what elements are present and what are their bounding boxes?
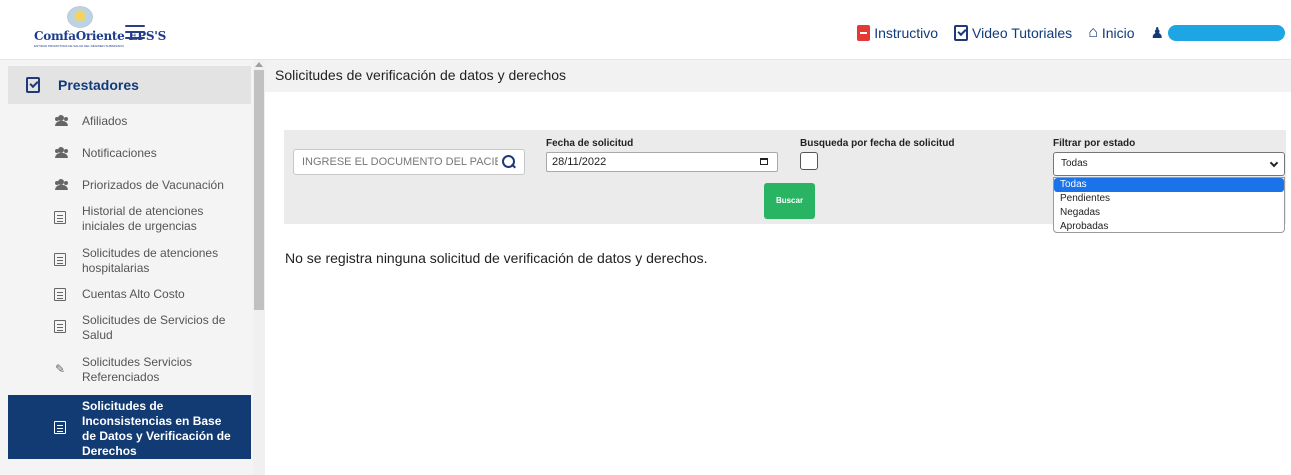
sidebar-header-label: Prestadores (58, 77, 139, 93)
document-icon (54, 211, 66, 224)
top-bar: ComfaOriente EPS'S ENTIDAD PROMOTORA DE … (0, 0, 1291, 60)
top-nav: Instructivo Video Tutoriales ⌂ Inicio ♟ (857, 22, 1285, 44)
sidebar-item-cuentas-alto-costo[interactable]: Cuentas Alto Costo (8, 287, 251, 309)
instructivo-label: Instructivo (874, 25, 939, 41)
document-icon (54, 421, 66, 434)
home-icon: ⌂ (1088, 24, 1098, 41)
video-tutoriales-label: Video Tutoriales (972, 25, 1073, 41)
sidebar-item-label: Historial de atenciones iniciales de urg… (82, 204, 204, 233)
buscar-button[interactable]: Buscar (764, 183, 815, 219)
sidebar-item-label: Solicitudes de Servicios de Salud (82, 313, 226, 342)
sidebar-item-notificaciones[interactable]: Notificaciones (8, 146, 251, 168)
filter-panel: Fecha de solicitud 28/11/2022 Busqueda p… (284, 130, 1286, 233)
status-filter-select[interactable]: Todas (1053, 152, 1285, 176)
edit-document-icon: ✎ (54, 362, 66, 376)
sidebar-item-historial-urgencias[interactable]: Historial de atenciones iniciales de urg… (8, 204, 251, 236)
status-option-aprobadas[interactable]: Aprobadas (1054, 220, 1284, 234)
date-input[interactable]: 28/11/2022 (546, 152, 778, 172)
sidebar-item-label: Solicitudes de Inconsistencias en Base d… (82, 399, 231, 458)
status-option-negadas[interactable]: Negadas (1054, 206, 1284, 220)
sidebar-item-label: Notificaciones (82, 146, 157, 160)
clipboard-check-icon (954, 25, 969, 41)
inicio-label: Inicio (1101, 25, 1135, 41)
users-icon (54, 147, 68, 158)
users-icon (54, 179, 68, 190)
status-option-todas[interactable]: Todas (1054, 178, 1284, 192)
brand-tagline: ENTIDAD PROMOTORA DE SALUD DEL RÉGIMEN S… (34, 44, 125, 48)
search-icon[interactable] (502, 155, 516, 169)
main-content: Solicitudes de verificación de datos y d… (265, 60, 1291, 475)
sidebar: Prestadores Afiliados Notificaciones Pri… (0, 60, 265, 475)
document-icon (54, 253, 66, 266)
brand-emblem-icon (67, 6, 93, 28)
sidebar-item-label: Afiliados (82, 114, 128, 128)
document-search-input[interactable] (293, 149, 525, 175)
sidebar-scrollbar[interactable] (253, 60, 265, 475)
document-icon (54, 320, 66, 333)
scroll-up-arrow-icon[interactable] (255, 62, 263, 67)
users-icon (54, 115, 68, 126)
menu-toggle-icon[interactable] (125, 25, 145, 39)
date-value: 28/11/2022 (552, 156, 607, 168)
brand-name: ComfaOriente EPS'S (34, 29, 167, 43)
sidebar-item-atenciones-hospitalarias[interactable]: Solicitudes de atenciones hospitalarias (8, 246, 251, 278)
user-name-pill (1168, 25, 1285, 41)
sidebar-item-inconsistencias-verificacion[interactable]: Solicitudes de Inconsistencias en Base d… (8, 395, 251, 459)
sidebar-item-label: Priorizados de Vacunación (82, 178, 224, 192)
sidebar-item-servicios-salud[interactable]: Solicitudes de Servicios de Salud (8, 313, 251, 345)
sidebar-list: Afiliados Notificaciones Priorizados de … (8, 110, 251, 459)
instructivo-link[interactable]: Instructivo (857, 25, 938, 41)
sidebar-scroll-thumb[interactable] (254, 70, 264, 310)
search-by-date-label: Busqueda por fecha de solicitud (800, 138, 955, 149)
search-by-date-checkbox[interactable] (800, 152, 818, 170)
clipboard-icon (54, 288, 66, 301)
page-header: Solicitudes de verificación de datos y d… (265, 60, 1291, 92)
sidebar-header-prestadores[interactable]: Prestadores (8, 66, 251, 104)
inicio-link[interactable]: ⌂ Inicio (1088, 24, 1134, 42)
user-icon: ♟ (1150, 25, 1164, 42)
sidebar-item-priorizados-vacunacion[interactable]: Priorizados de Vacunación (8, 178, 251, 200)
video-tutoriales-link[interactable]: Video Tutoriales (954, 25, 1072, 41)
sidebar-item-afiliados[interactable]: Afiliados (8, 114, 251, 136)
sidebar-item-label: Solicitudes de atenciones hospitalarias (82, 246, 219, 275)
user-menu[interactable]: ♟ (1151, 24, 1285, 42)
page-title: Solicitudes de verificación de datos y d… (275, 67, 567, 83)
pdf-icon (857, 25, 871, 41)
status-selected-value: Todas (1061, 158, 1088, 169)
chevron-down-icon (1269, 158, 1279, 168)
empty-results-message: No se registra ninguna solicitud de veri… (285, 250, 708, 266)
calendar-icon[interactable] (760, 158, 768, 165)
sidebar-item-label: Cuentas Alto Costo (82, 287, 185, 301)
sidebar-item-servicios-referenciados[interactable]: ✎ Solicitudes Servicios Referenciados (8, 355, 251, 387)
sidebar-item-label: Solicitudes Servicios Referenciados (82, 355, 193, 384)
status-filter-label: Filtrar por estado (1053, 138, 1136, 149)
date-label: Fecha de solicitud (546, 138, 634, 149)
status-option-pendientes[interactable]: Pendientes (1054, 192, 1284, 206)
status-filter-dropdown: Todas Pendientes Negadas Aprobadas (1053, 177, 1285, 233)
clipboard-check-icon (26, 77, 40, 93)
